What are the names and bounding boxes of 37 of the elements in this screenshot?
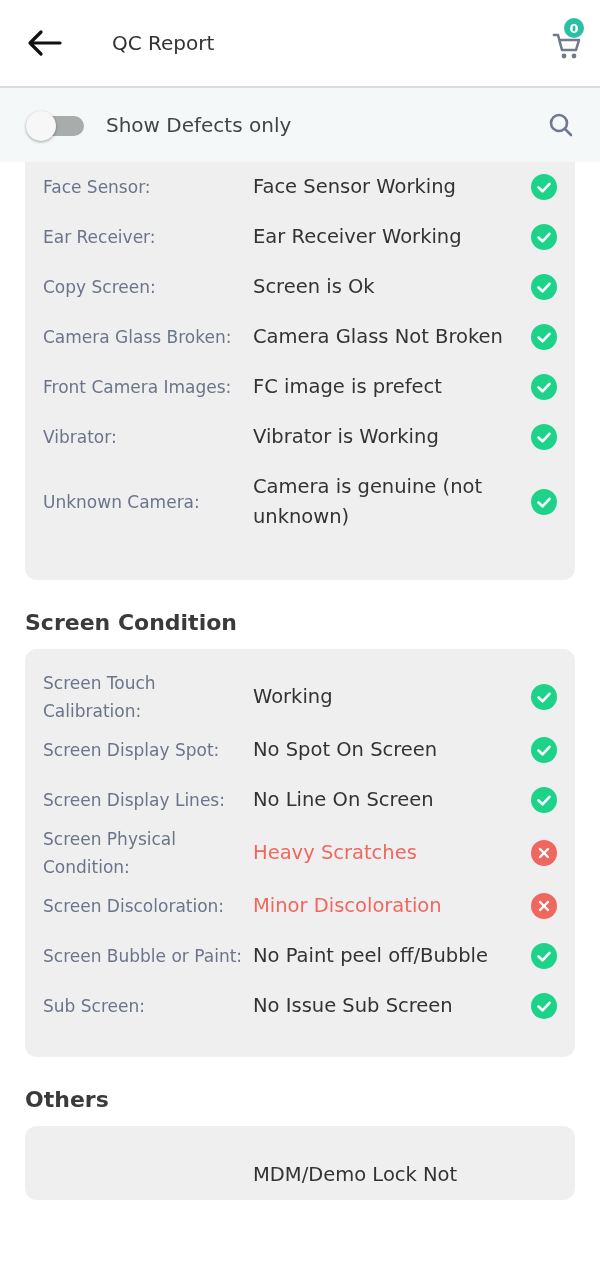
defects-toggle[interactable] (26, 111, 84, 139)
cart-count-badge: 0 (564, 18, 584, 38)
section-heading: Screen Condition (25, 609, 238, 637)
check-result: Ear Receiver Working (253, 224, 463, 250)
check-result: No Line On Screen (253, 787, 435, 813)
check-label: Vibrator: (43, 426, 118, 449)
check-result: No Issue Sub Screen (253, 993, 454, 1019)
check-result: Vibrator is Working (253, 424, 440, 450)
check-label: Screen Physical Condition: (43, 828, 177, 879)
check-label: Camera Glass Broken: (43, 326, 233, 349)
search-icon[interactable] (548, 112, 574, 138)
check-result: MDM/Demo Lock Not (253, 1162, 459, 1188)
check-result: No Paint peel off/Bubble (253, 943, 489, 969)
check-label: Ear Receiver: (43, 226, 157, 249)
check-label: Screen Display Lines: (43, 789, 226, 812)
check-result: Camera is genuine (not unknown) (253, 474, 484, 530)
check-result: Camera Glass Not Broken (253, 324, 504, 350)
check-label: Screen Bubble or Paint: (43, 945, 244, 968)
check-result: FC image is prefect (253, 374, 443, 400)
check-result: Screen is Ok (253, 274, 376, 300)
page-title: QC Report (112, 31, 216, 55)
check-label: Screen Display Spot: (43, 739, 221, 762)
check-label: Copy Screen: (43, 276, 157, 299)
check-label: Face Sensor: (43, 176, 152, 199)
toggle-label: Show Defects only (106, 113, 293, 137)
back-arrow-icon[interactable] (26, 29, 62, 57)
check-label: Screen Touch Calibration: (43, 672, 157, 723)
check-label: Unknown Camera: (43, 491, 201, 514)
section-heading: Others (25, 1086, 110, 1114)
check-result: No Spot On Screen (253, 737, 439, 763)
check-result: Heavy Scratches (253, 840, 418, 866)
check-label: Front Camera Images: (43, 376, 233, 399)
check-result: Minor Discoloration (253, 893, 443, 919)
check-result: Face Sensor Working (253, 174, 457, 200)
check-label: Sub Screen: (43, 995, 146, 1018)
check-label: Screen Discoloration: (43, 895, 226, 918)
check-result: Working (253, 684, 334, 710)
